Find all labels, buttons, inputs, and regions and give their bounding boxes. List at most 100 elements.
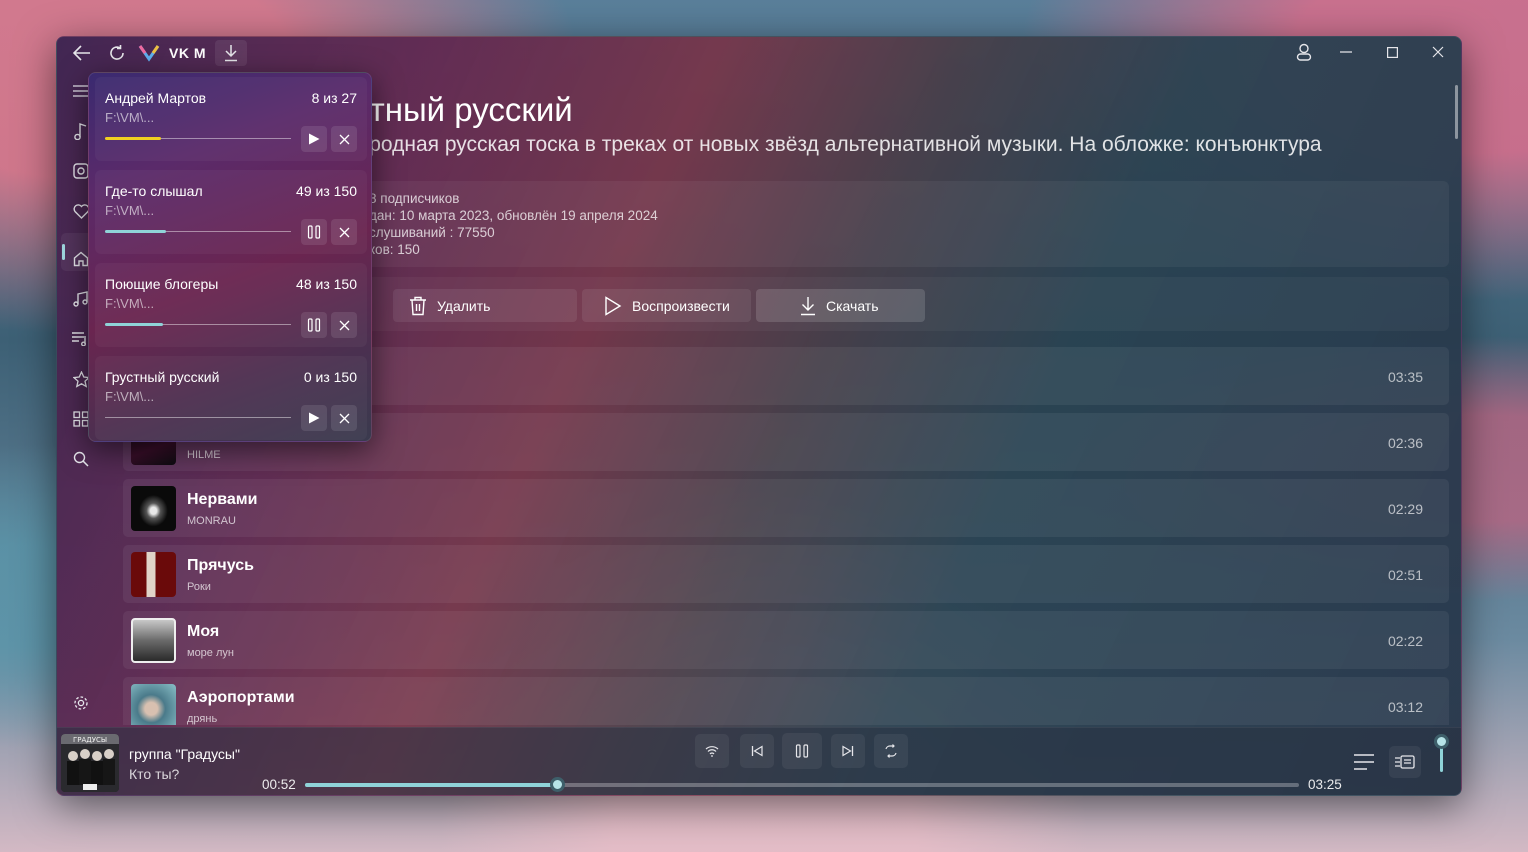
track-duration: 02:36 xyxy=(1387,435,1423,451)
track-row[interactable]: Нервами MONRAU 02:29 xyxy=(123,479,1449,537)
track-duration: 03:35 xyxy=(1387,369,1423,385)
delete-button[interactable]: Удалить xyxy=(393,289,577,322)
now-playing-artist: Кто ты? xyxy=(129,766,180,782)
play-outline-icon xyxy=(605,295,622,316)
cancel-download-button[interactable] xyxy=(331,405,357,431)
download-count: 8 из 27 xyxy=(311,90,357,106)
previous-track-button[interactable] xyxy=(740,734,774,768)
close-icon xyxy=(339,413,349,423)
playlist-description: акая родная русская тоска в треках от но… xyxy=(319,133,1322,156)
player-bar: ГРАДУСЫ группа "Градусы" Кто ты? 00:52 0… xyxy=(57,727,1461,795)
download-count: 48 из 150 xyxy=(296,276,357,292)
close-icon xyxy=(339,134,349,144)
download-path: F:\VM\... xyxy=(105,203,155,218)
track-duration: 02:51 xyxy=(1387,567,1423,583)
track-artist: HILME xyxy=(187,449,221,461)
maximize-icon[interactable] xyxy=(1369,37,1415,67)
download-path: F:\VM\... xyxy=(105,110,155,125)
download-progress-fill xyxy=(105,230,167,233)
volume-knob[interactable] xyxy=(1434,734,1449,749)
downloads-button[interactable] xyxy=(215,40,247,66)
cancel-download-button[interactable] xyxy=(331,312,357,338)
track-title: Прячусь xyxy=(187,557,254,574)
play-icon xyxy=(309,133,320,145)
settings-gear-icon[interactable] xyxy=(69,691,93,715)
download-path: F:\VM\... xyxy=(105,389,155,404)
search-icon[interactable] xyxy=(69,447,93,471)
volume-slider[interactable] xyxy=(1434,734,1449,776)
track-row[interactable]: Аэропортами дрянь 03:12 xyxy=(123,677,1449,725)
wifi-broadcast-icon xyxy=(705,746,719,757)
track-title: Нервами xyxy=(187,491,258,508)
seek-bar-thumb[interactable] xyxy=(550,777,566,792)
now-playing-title: группа "Градусы" xyxy=(129,746,240,762)
download-item: Поющие блогеры 48 из 150 F:\VM\... xyxy=(95,263,367,347)
queue-button[interactable] xyxy=(1348,746,1380,778)
pause-button[interactable] xyxy=(782,733,822,769)
app-title: VK M xyxy=(169,45,206,61)
delete-button-label: Удалить xyxy=(437,297,491,314)
tracks-count: ков: 150 xyxy=(369,242,420,257)
title-bar: VK M xyxy=(57,37,1461,69)
track-duration: 02:29 xyxy=(1387,501,1423,517)
download-progress-fill xyxy=(105,137,161,140)
lyrics-display-button[interactable] xyxy=(1389,746,1421,778)
back-icon[interactable] xyxy=(69,41,95,65)
subscribers-count: 8 подписчиков xyxy=(369,191,460,206)
account-icon[interactable] xyxy=(1281,37,1327,67)
download-name: Грустный русский xyxy=(105,369,220,385)
next-track-button[interactable] xyxy=(831,734,865,768)
elapsed-time: 00:52 xyxy=(262,777,296,792)
pause-icon xyxy=(795,744,809,758)
track-cover xyxy=(131,618,176,663)
download-playlist-button[interactable]: Скачать xyxy=(756,289,925,322)
cancel-download-button[interactable] xyxy=(331,126,357,152)
track-row[interactable]: Прячусь Роки 02:51 xyxy=(123,545,1449,603)
download-progress-bar xyxy=(105,230,291,233)
resume-download-button[interactable] xyxy=(301,126,327,152)
minimize-icon[interactable] xyxy=(1323,37,1369,67)
track-artist: дрянь xyxy=(187,713,218,725)
track-cover xyxy=(131,552,176,597)
created-updated-date: дан: 10 марта 2023, обновлён 19 апреля 2… xyxy=(369,208,658,223)
repeat-button[interactable] xyxy=(874,734,908,768)
sidebar-active-indicator xyxy=(62,244,65,260)
download-count: 49 из 150 xyxy=(296,183,357,199)
download-path: F:\VM\... xyxy=(105,296,155,311)
seek-bar[interactable] xyxy=(305,777,1299,792)
cancel-download-button[interactable] xyxy=(331,219,357,245)
resume-download-button[interactable] xyxy=(301,405,327,431)
download-item: Андрей Мартов 8 из 27 F:\VM\... xyxy=(95,77,367,161)
track-cover xyxy=(131,684,176,725)
close-window-icon[interactable] xyxy=(1415,37,1461,67)
download-count: 0 из 150 xyxy=(303,369,357,385)
pause-download-button[interactable] xyxy=(301,312,327,338)
download-item: Грустный русский 0 из 150 F:\VM\... xyxy=(95,356,367,440)
download-progress-bar xyxy=(105,323,291,326)
download-name: Андрей Мартов xyxy=(105,90,207,106)
queue-list-icon xyxy=(1354,754,1374,770)
download-icon xyxy=(801,296,815,315)
trash-icon xyxy=(410,296,426,315)
pause-download-button[interactable] xyxy=(301,219,327,245)
lyrics-icon xyxy=(1395,755,1415,769)
refresh-icon[interactable] xyxy=(105,41,129,65)
total-time: 03:25 xyxy=(1308,777,1342,792)
downloads-flyout: Андрей Мартов 8 из 27 F:\VM\... Где-то с… xyxy=(88,72,372,442)
download-progress-bar xyxy=(105,417,291,418)
track-artist: Роки xyxy=(187,581,211,593)
scrollbar-thumb[interactable] xyxy=(1455,85,1458,139)
listens-count: слушиваний : 77550 xyxy=(369,225,495,240)
pause-icon xyxy=(307,318,321,332)
track-row[interactable]: Моя море лун 02:22 xyxy=(123,611,1449,669)
seek-bar-fill xyxy=(305,783,558,787)
track-duration: 02:22 xyxy=(1387,633,1423,649)
broadcast-button[interactable] xyxy=(695,734,729,768)
skip-back-icon xyxy=(751,745,763,757)
play-button-label: Воспроизвести xyxy=(632,297,730,314)
close-icon xyxy=(339,320,349,330)
track-artist: MONRAU xyxy=(187,515,236,527)
download-button-label: Скачать xyxy=(826,297,879,314)
play-playlist-button[interactable]: Воспроизвести xyxy=(582,289,751,322)
play-icon xyxy=(309,412,320,424)
